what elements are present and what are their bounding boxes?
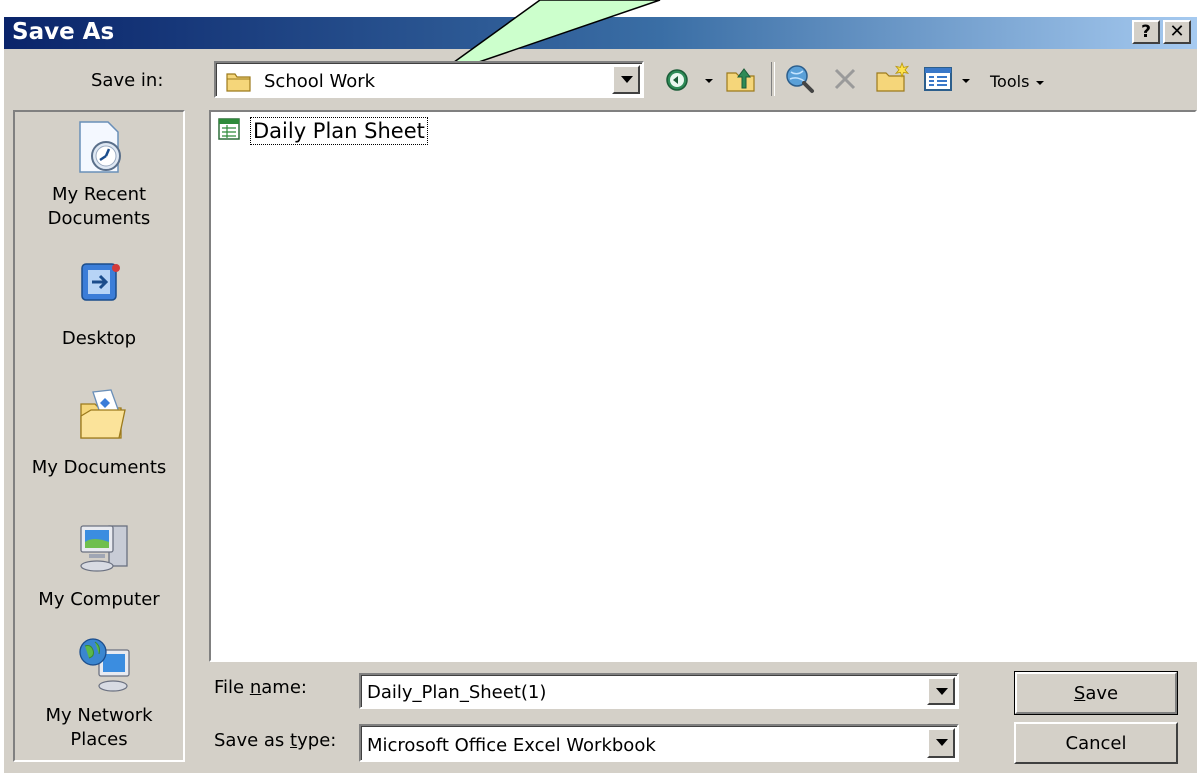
save-in-label: Save in: [91, 70, 164, 91]
up-one-level-button[interactable] [724, 63, 758, 95]
file-name-combo[interactable]: Daily_Plan_Sheet(1) [359, 673, 959, 709]
excel-file-icon [218, 118, 240, 140]
network-places-icon [79, 638, 130, 692]
window-title: Save As [12, 19, 115, 45]
place-label-my-computer: My Computer [38, 589, 160, 610]
save-in-combo[interactable]: School Work [214, 61, 644, 98]
file-name-label: File name: [214, 677, 307, 698]
views-icon [924, 67, 952, 91]
search-web-icon [786, 65, 814, 93]
place-label-recent-1: My Recent [51, 184, 147, 205]
close-button[interactable]: ✕ [1163, 20, 1191, 44]
my-documents-icon [80, 389, 126, 439]
create-new-folder-button[interactable] [874, 61, 910, 95]
save-in-dropdown-button[interactable] [612, 65, 640, 94]
views-button[interactable] [922, 64, 954, 94]
save-as-type-label: Save as type: [214, 730, 337, 751]
cancel-button-label: Cancel [1065, 732, 1127, 754]
tools-menu-button[interactable]: Tools [990, 72, 1045, 91]
desktop-icon [81, 263, 120, 301]
place-label-desktop: Desktop [61, 328, 137, 349]
recent-documents-icon [79, 121, 121, 173]
save-button[interactable]: Save [1014, 671, 1178, 715]
my-computer-icon [80, 525, 128, 572]
file-item-label: Daily Plan Sheet [250, 117, 428, 145]
tools-menu-label: Tools [990, 72, 1030, 91]
place-label-network-2: Places [70, 729, 128, 750]
save-as-type-value: Microsoft Office Excel Workbook [367, 735, 656, 756]
folder-icon [226, 73, 251, 92]
place-label-network-1: My Network [45, 705, 153, 726]
place-label-my-documents: My Documents [31, 457, 167, 478]
cancel-button[interactable]: Cancel [1014, 722, 1178, 764]
toolbar-separator [771, 62, 775, 96]
delete-button[interactable] [830, 64, 860, 94]
back-button[interactable] [664, 64, 696, 96]
up-folder-icon [726, 68, 755, 92]
file-name-input[interactable]: Daily_Plan_Sheet(1) [367, 682, 546, 703]
views-dropdown[interactable] [960, 70, 972, 90]
delete-icon [834, 68, 856, 90]
file-list[interactable] [209, 110, 1197, 662]
save-as-type-dropdown-button[interactable] [927, 728, 955, 758]
help-button[interactable]: ? [1132, 20, 1160, 44]
chevron-down-icon [1035, 80, 1044, 85]
title-bar[interactable] [4, 17, 1197, 49]
chevron-down-icon [962, 79, 970, 83]
file-name-dropdown-button[interactable] [927, 677, 955, 705]
back-arrow-icon [666, 69, 688, 91]
place-label-recent-2: Documents [47, 208, 151, 229]
new-folder-icon [876, 61, 910, 92]
save-in-value: School Work [264, 71, 376, 92]
search-web-button[interactable] [783, 62, 817, 96]
chevron-down-icon [705, 79, 713, 83]
back-history-dropdown[interactable] [703, 70, 715, 90]
save-as-type-combo[interactable]: Microsoft Office Excel Workbook [359, 724, 959, 762]
